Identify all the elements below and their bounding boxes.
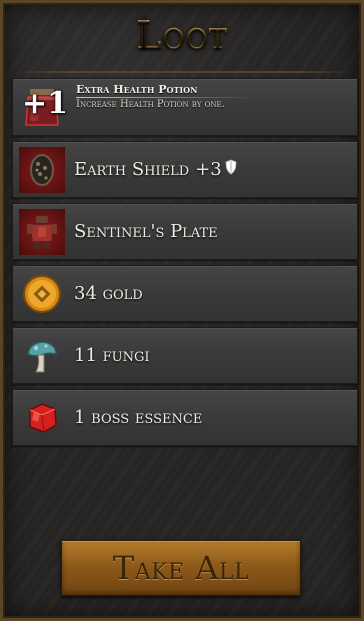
potion-upgrade-icon: +1 (19, 84, 68, 130)
loot-item-boss-essence[interactable]: 1 boss essence (12, 389, 358, 446)
upgrade-divider (76, 97, 256, 98)
upgrade-badge: +1 (22, 86, 69, 121)
red-crystal-icon (19, 395, 65, 441)
loot-item-upgrade[interactable]: +1 Extra Health Potion Increase Health P… (12, 78, 358, 136)
loot-item-label: 11 fungi (74, 345, 150, 366)
loot-panel: Loot +1 Extra Health Potion Increase Hea… (0, 0, 364, 621)
earth-shield-icon (19, 147, 65, 193)
loot-item-label: Sentinel's Plate (74, 221, 218, 242)
title-divider (13, 71, 351, 73)
panel-title: Loot (3, 13, 361, 57)
loot-list: +1 Extra Health Potion Increase Health P… (12, 78, 358, 451)
potion-bottle-icon: +1 (20, 85, 68, 129)
loot-item-label: 34 gold (74, 283, 143, 304)
loot-item-earth-shield[interactable]: Earth Shield +3 (12, 141, 358, 198)
item-bonus: +3 (195, 159, 222, 180)
upgrade-title: Extra Health Potion (76, 83, 198, 96)
armor-plate-icon (19, 209, 65, 255)
upgrade-description: Increase Health Potion by one. (76, 99, 225, 110)
loot-item-sentinels-plate[interactable]: Sentinel's Plate (12, 203, 358, 260)
item-name: Earth Shield (74, 159, 190, 180)
loot-item-gold[interactable]: 34 gold (12, 265, 358, 322)
gold-coin-icon (19, 271, 65, 317)
loot-item-label: Earth Shield +3 (74, 142, 237, 197)
loot-item-fungi[interactable]: 11 fungi (12, 327, 358, 384)
mushroom-icon (19, 333, 65, 379)
take-all-label: Take All (112, 549, 250, 587)
shield-mini-icon (225, 159, 237, 180)
loot-item-label: 1 boss essence (74, 407, 203, 428)
take-all-button[interactable]: Take All (61, 540, 301, 596)
